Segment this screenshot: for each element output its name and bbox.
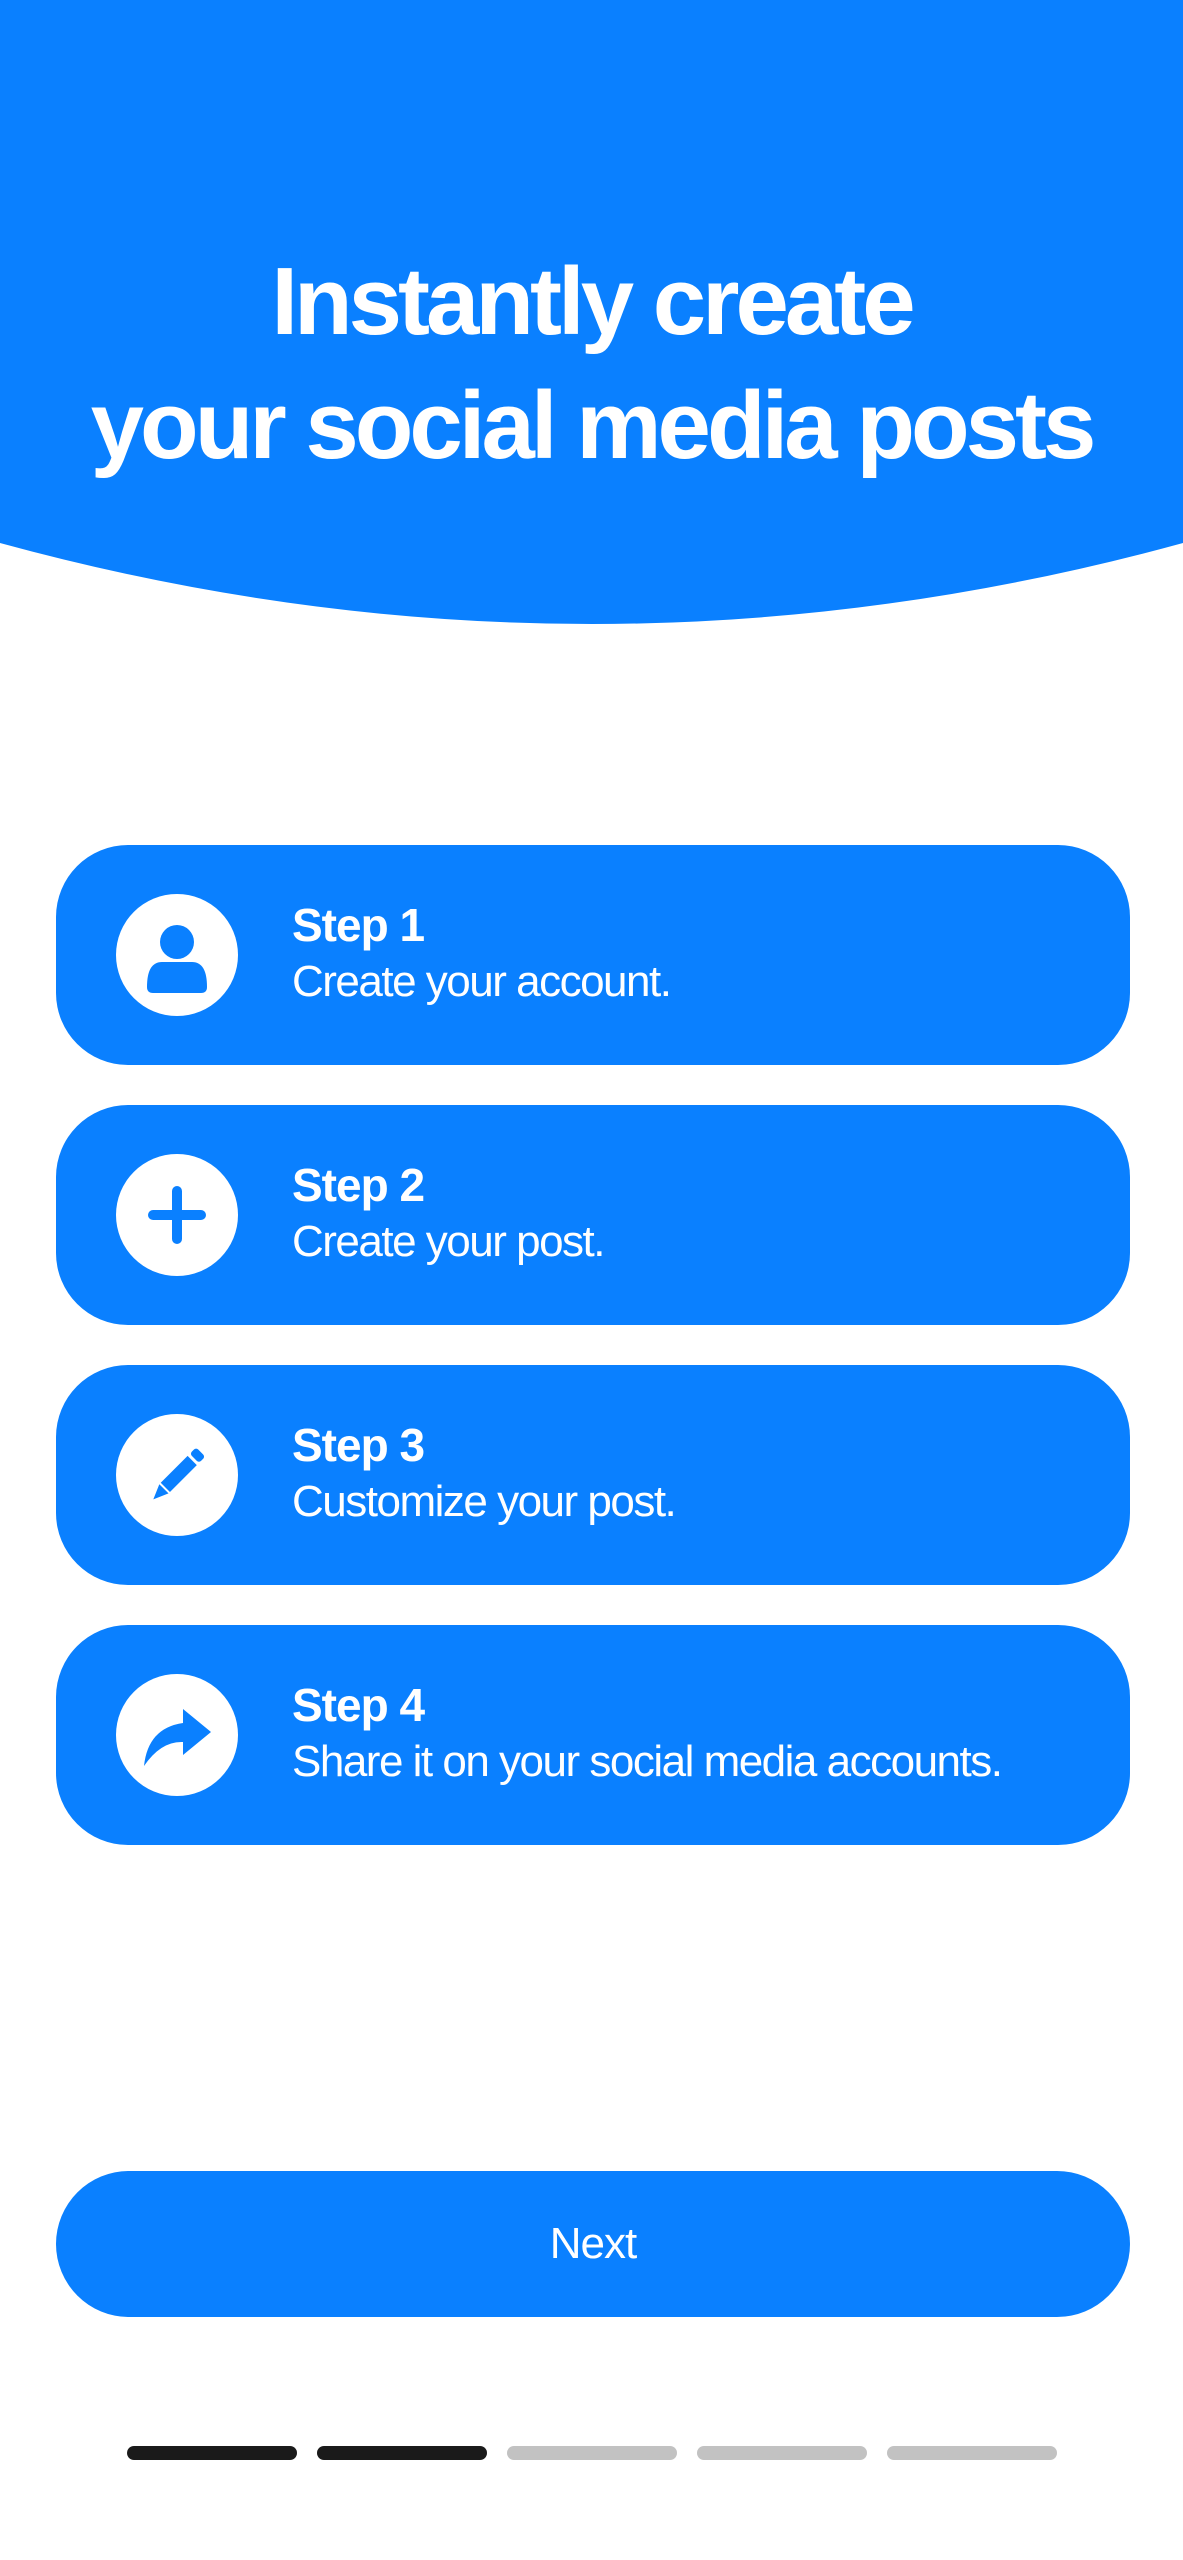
page-dot-2: [317, 2446, 487, 2460]
page-dot-1: [127, 2446, 297, 2460]
step-card-2[interactable]: Step 2 Create your post.: [56, 1105, 1130, 1325]
page-dot-3: [507, 2446, 677, 2460]
next-button[interactable]: Next: [56, 2171, 1130, 2317]
step-text-4: Step 4 Share it on your social media acc…: [292, 1677, 1003, 1791]
page-dot-5: [887, 2446, 1057, 2460]
user-icon: [116, 894, 238, 1016]
pencil-icon: [116, 1414, 238, 1536]
step-description: Share it on your social media accounts.: [292, 1737, 1003, 1786]
page-indicator: [127, 2446, 1057, 2460]
step-title: Step 2: [292, 1159, 425, 1211]
step-text-1: Step 1 Create your account.: [292, 897, 672, 1011]
plus-icon: [116, 1154, 238, 1276]
step-title: Step 1: [292, 899, 425, 951]
step-card-4[interactable]: Step 4 Share it on your social media acc…: [56, 1625, 1130, 1845]
title-line-2: your social media posts: [90, 372, 1097, 479]
page-title: Instantly create your social media posts: [0, 240, 1183, 488]
share-icon: [116, 1674, 238, 1796]
step-title: Step 3: [292, 1419, 425, 1471]
step-text-3: Step 3 Customize your post.: [292, 1417, 677, 1531]
hero-header: Instantly create your social media posts: [0, 0, 1183, 625]
steps-list: Step 1 Create your account. Step 2 Creat…: [56, 845, 1130, 1885]
step-description: Create your post.: [292, 1217, 606, 1266]
step-description: Create your account.: [292, 957, 672, 1006]
step-text-2: Step 2 Create your post.: [292, 1157, 606, 1271]
title-line-1: Instantly create: [271, 248, 915, 355]
page-dot-4: [697, 2446, 867, 2460]
step-card-1[interactable]: Step 1 Create your account.: [56, 845, 1130, 1065]
step-title: Step 4: [292, 1679, 425, 1731]
step-description: Customize your post.: [292, 1477, 677, 1526]
step-card-3[interactable]: Step 3 Customize your post.: [56, 1365, 1130, 1585]
